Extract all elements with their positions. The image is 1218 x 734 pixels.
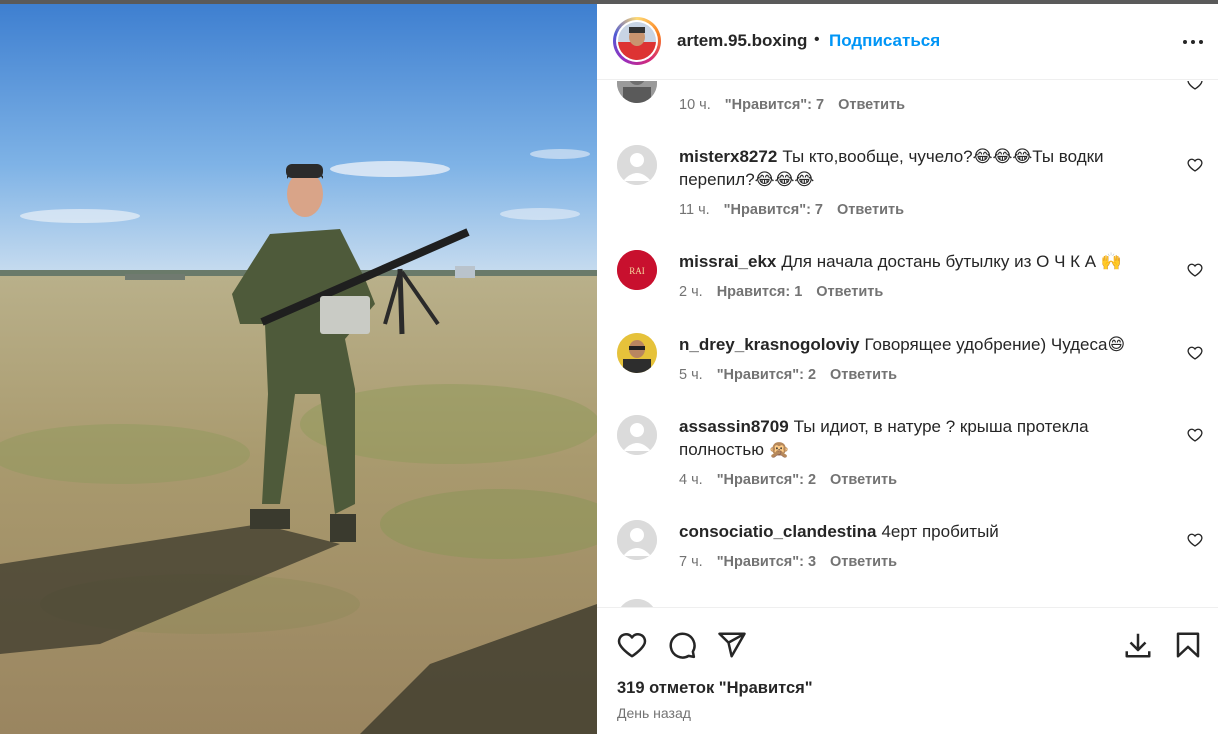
comment-username[interactable]: missrai_ekx [679,252,776,271]
avatar-image: RAI [617,250,657,290]
share-icon[interactable] [717,630,747,660]
comment-username[interactable]: n_drey_krasnogoloviy [679,335,859,354]
comment-likes[interactable]: "Нравится": 7 [724,202,823,218]
comment-time: 11 ч. [679,202,710,218]
post-header: artem.95.boxing • Подписаться [597,4,1218,80]
comments-list[interactable]: 10 ч. "Нравится": 7 Ответить misterx8272… [597,81,1218,607]
more-icon[interactable] [1181,30,1205,54]
post-time: День назад [617,705,691,721]
comment-likes[interactable]: "Нравится": 2 [717,472,816,488]
comment-time: 10 ч. [679,97,711,113]
comment-like-icon[interactable] [1187,532,1203,548]
comment-like-icon[interactable] [1187,262,1203,278]
reply-button[interactable]: Ответить [838,97,905,113]
comment-username[interactable]: consociatio_clandestina [679,522,876,541]
likes-count[interactable]: 319 отметок "Нравится" [617,679,813,698]
comment-text: Для начала достань бутылку из О Ч К А 🙌 [781,252,1123,271]
avatar-image [617,81,657,103]
author-avatar-image [618,22,656,60]
comment-avatar[interactable]: RAI [617,250,657,290]
reply-button[interactable]: Ответить [830,367,897,383]
comment-like-icon[interactable] [1187,81,1203,91]
comment-avatar[interactable] [617,81,657,103]
comment-body: missrai_ekx Для начала достань бутылку из… [679,250,1159,273]
comment-meta: 11 ч. "Нравится": 7 Ответить [679,202,904,218]
comment-body: assassin8709 Ты идиот, в натуре ? крыша п… [679,415,1159,461]
comment-icon[interactable] [667,630,697,660]
comment-meta: 4 ч. "Нравится": 2 Ответить [679,472,897,488]
reply-button[interactable]: Ответить [837,202,904,218]
comment-avatar[interactable] [617,415,657,455]
bookmark-icon[interactable] [1173,630,1203,660]
post-side-panel: artem.95.boxing • Подписаться 10 ч. "Нра… [597,4,1218,734]
comment-time: 2 ч. [679,284,703,300]
comment-text: 4ерт пробитый [881,522,999,541]
comment-time: 7 ч. [679,554,703,570]
reply-button[interactable]: Ответить [830,554,897,570]
author-username[interactable]: artem.95.boxing [677,31,807,51]
post-photo-illustration [0,4,597,734]
default-avatar-icon [617,520,657,560]
header-separator: • [814,31,820,48]
comment-body: n_drey_krasnogoloviy Говорящее удобрение)… [679,333,1159,356]
comment-like-icon[interactable] [1187,157,1203,173]
default-avatar-icon [617,145,657,185]
comment-meta: 5 ч. "Нравится": 2 Ответить [679,367,897,383]
comment-meta: 2 ч. Нравится: 1 Ответить [679,284,883,300]
reply-button[interactable]: Ответить [830,472,897,488]
follow-button[interactable]: Подписаться [829,31,940,51]
heart-icon[interactable] [617,630,647,660]
comment-likes[interactable]: "Нравится": 2 [717,367,816,383]
comment-meta: 10 ч. "Нравится": 7 Ответить [679,97,905,113]
svg-text:RAI: RAI [629,266,645,276]
post-image[interactable] [0,4,597,734]
default-avatar-icon [617,599,657,607]
comment-like-icon[interactable] [1187,345,1203,361]
comment-username[interactable]: assassin8709 [679,417,789,436]
comment-text: Говорящее удобрение) Чудеса😄 [864,335,1126,354]
comment-avatar[interactable] [617,520,657,560]
comment-avatar[interactable] [617,599,657,607]
comment-time: 4 ч. [679,472,703,488]
comment-body: misterx8272 Ты кто,вообще, чучело?😂😂😂Ты в… [679,145,1159,191]
comment-like-icon[interactable] [1187,427,1203,443]
comment-likes[interactable]: "Нравится": 3 [717,554,816,570]
comment-avatar[interactable] [617,333,657,373]
reply-button[interactable]: Ответить [816,284,883,300]
comment-username[interactable]: misterx8272 [679,147,777,166]
comment-time: 5 ч. [679,367,703,383]
comment-meta: 7 ч. "Нравится": 3 Ответить [679,554,897,570]
author-avatar[interactable] [613,17,661,65]
default-avatar-icon [617,415,657,455]
download-icon[interactable] [1123,630,1153,660]
comment-likes[interactable]: Нравится: 1 [717,284,803,300]
comment-body: consociatio_clandestina 4ерт пробитый [679,520,1159,543]
comment-likes[interactable]: "Нравится": 7 [725,97,824,113]
avatar-image [617,333,657,373]
comment-avatar[interactable] [617,145,657,185]
